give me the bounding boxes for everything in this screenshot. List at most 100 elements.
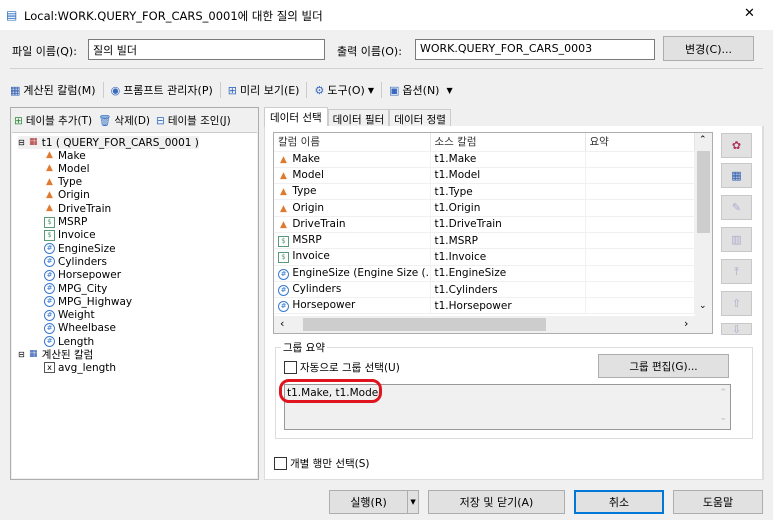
cell-summary[interactable] (585, 183, 695, 201)
collapse-icon[interactable]: ⊟ (18, 350, 25, 359)
tab-data-select[interactable]: 데이터 선택 (264, 107, 328, 127)
cell-column-name[interactable]: ▲ Model (274, 167, 431, 185)
tree-item-column[interactable]: ▲ Model (44, 162, 90, 175)
table-row[interactable]: $ Invoice t1.Invoice (274, 248, 695, 266)
column-header-summary[interactable]: 요약 (585, 133, 695, 152)
table-row[interactable]: ▲ Model t1.Model (274, 167, 695, 185)
cell-column-name[interactable]: ▲ DriveTrain (274, 216, 431, 233)
cell-column-name[interactable]: # EngineSize (Engine Size (... (274, 265, 431, 282)
delete-button[interactable]: 🗑 삭제(D) (98, 113, 150, 128)
cell-column-name[interactable]: $ Invoice (274, 248, 431, 266)
tree-item-column[interactable]: # Length (44, 335, 94, 348)
tree-item-computed[interactable]: x avg_length (44, 361, 116, 374)
collapse-icon[interactable]: ⊟ (18, 138, 25, 147)
run-dropdown-icon[interactable]: ▼ (407, 491, 418, 513)
cell-summary[interactable] (585, 281, 695, 299)
properties-button[interactable]: ✿ (721, 133, 752, 158)
cell-summary[interactable] (585, 199, 695, 217)
prompt-manager-button[interactable]: ◉ 프롬프트 관리자(P) (111, 82, 213, 98)
cell-source-column[interactable]: t1.DriveTrain (430, 216, 586, 233)
add-table-button[interactable]: ⊞ 테이블 추가(T) (14, 113, 92, 128)
tree-item-column[interactable]: # MPG_City (44, 282, 107, 295)
column-header-source[interactable]: 소스 칼럼 (430, 133, 586, 152)
tree-node-table[interactable]: ⊟ ▦ t1 ( QUERY_FOR_CARS_0001 ) (18, 136, 199, 149)
delete-column-button[interactable]: ▥ (721, 227, 752, 252)
table-row[interactable]: ▲ Type t1.Type (274, 183, 695, 201)
close-icon[interactable]: ✕ (744, 6, 755, 21)
cell-column-name[interactable]: # Horsepower (274, 297, 431, 315)
cell-summary[interactable] (585, 151, 695, 168)
tree-item-column[interactable]: # MPG_Highway (44, 295, 132, 308)
cell-source-column[interactable]: t1.MSRP (430, 232, 586, 250)
cell-source-column[interactable]: t1.Make (430, 151, 586, 168)
help-button[interactable]: 도움말 (673, 490, 763, 514)
move-top-button[interactable]: ⤒ (721, 259, 752, 284)
cell-column-name[interactable]: ▲ Make (274, 151, 431, 168)
join-tables-button[interactable]: ⊟ 테이블 조인(J) (156, 113, 231, 128)
table-row[interactable]: ▲ Make t1.Make (274, 151, 695, 168)
distinct-rows-checkbox[interactable]: 개별 행만 선택(S) (274, 456, 370, 471)
run-button[interactable]: 실행(R) ▼ (329, 490, 419, 514)
preview-button[interactable]: ⊞ 미리 보기(E) (228, 82, 300, 98)
scroll-up-icon[interactable]: ⌃ (719, 388, 727, 398)
scroll-down-icon[interactable]: ⌄ (719, 413, 727, 423)
save-close-button[interactable]: 저장 및 닫기(A) (428, 490, 565, 514)
tools-menu[interactable]: ⚙ 도구(O) ▼ (314, 82, 374, 98)
cell-column-name[interactable]: ▲ Origin (274, 199, 431, 217)
edit-group-button[interactable]: 그룹 편집(G)... (598, 354, 729, 378)
move-down-button[interactable]: ⇩ (721, 323, 752, 335)
cell-column-name[interactable]: $ MSRP (274, 232, 431, 250)
edit-button[interactable]: ✎ (721, 195, 752, 220)
cell-source-column[interactable]: t1.EngineSize (430, 265, 586, 282)
tree-item-column[interactable]: ▲ Origin (44, 189, 90, 202)
tree-item-column[interactable]: ▲ DriveTrain (44, 202, 111, 215)
cell-summary[interactable] (585, 248, 695, 266)
table-row[interactable]: # Horsepower t1.Horsepower (274, 297, 695, 315)
cell-column-name[interactable]: # Cylinders (274, 281, 431, 299)
file-name-input[interactable]: 질의 빌더 (88, 39, 325, 60)
tree-item-column[interactable]: # Weight (44, 309, 95, 322)
tree-item-column[interactable]: # Cylinders (44, 255, 107, 268)
table-row[interactable]: # Cylinders t1.Cylinders (274, 281, 695, 299)
change-button[interactable]: 변경(C)... (663, 36, 754, 61)
tree-item-column[interactable]: ▲ Type (44, 176, 82, 189)
table-row[interactable]: # EngineSize (Engine Size (... t1.EngineS… (274, 265, 695, 282)
auto-group-checkbox[interactable]: 자동으로 그룹 선택(U) (284, 360, 400, 375)
tree-item-column[interactable]: # Wheelbase (44, 322, 116, 335)
checkbox-icon[interactable] (284, 361, 297, 374)
output-name-input[interactable]: WORK.QUERY_FOR_CARS_0003 (415, 39, 655, 60)
column-header-name[interactable]: 칼럼 이름 (274, 133, 431, 152)
cell-summary[interactable] (585, 167, 695, 185)
cell-source-column[interactable]: t1.Type (430, 183, 586, 201)
scrollbar-thumb[interactable] (303, 318, 546, 331)
cell-source-column[interactable]: t1.Horsepower (430, 297, 586, 315)
cell-summary[interactable] (585, 297, 695, 315)
scroll-right-icon[interactable]: › (684, 317, 688, 330)
tree-item-column[interactable]: ▲ Make (44, 149, 86, 162)
table-row[interactable]: ▲ DriveTrain t1.DriveTrain (274, 216, 695, 233)
computed-column-side-button[interactable]: ▦ (721, 163, 752, 188)
tree-node-computed[interactable]: ⊟ ▦ 계산된 칼럼 (18, 348, 93, 361)
checkbox-icon[interactable] (274, 457, 287, 470)
options-menu[interactable]: ▣ 옵션(N) ▼ (389, 82, 453, 98)
table-row[interactable]: $ MSRP t1.MSRP (274, 232, 695, 250)
tree-item-column[interactable]: $ MSRP (44, 216, 87, 229)
scroll-left-icon[interactable]: ‹ (280, 317, 284, 330)
vertical-scrollbar[interactable]: ⌃ ⌄ (695, 133, 712, 317)
table-row[interactable]: ▲ Origin t1.Origin (274, 199, 695, 217)
cell-source-column[interactable]: t1.Model (430, 167, 586, 185)
cell-summary[interactable] (585, 232, 695, 250)
scroll-up-icon[interactable]: ⌃ (699, 135, 707, 145)
scroll-down-icon[interactable]: ⌄ (699, 301, 707, 311)
computed-column-button[interactable]: ▦ 계산된 칼럼(M) (10, 82, 96, 98)
cell-summary[interactable] (585, 216, 695, 233)
cell-source-column[interactable]: t1.Origin (430, 199, 586, 217)
cell-source-column[interactable]: t1.Invoice (430, 248, 586, 266)
cell-column-name[interactable]: ▲ Type (274, 183, 431, 201)
cell-summary[interactable] (585, 265, 695, 282)
tree-item-column[interactable]: # EngineSize (44, 242, 116, 255)
tree-item-column[interactable]: # Horsepower (44, 269, 121, 282)
tab-data-sort[interactable]: 데이터 정렬 (389, 109, 451, 127)
cell-source-column[interactable]: t1.Cylinders (430, 281, 586, 299)
cancel-button[interactable]: 취소 (574, 490, 664, 514)
